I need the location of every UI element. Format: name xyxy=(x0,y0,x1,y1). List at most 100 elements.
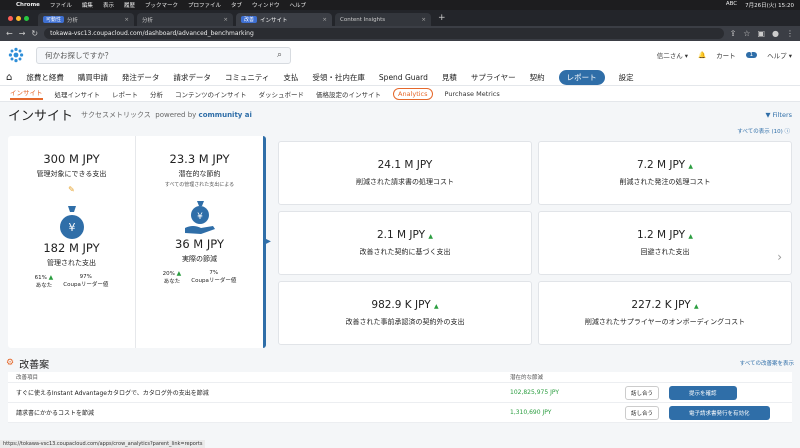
enable-einvoicing-button[interactable]: 電子請求書発行を有効化 xyxy=(669,405,770,420)
nav-item-expenses[interactable]: 旅費と経費 xyxy=(26,72,64,83)
browser-tab-active[interactable]: 改善 インサイト × xyxy=(236,13,332,26)
tab-group-label[interactable]: 改善 xyxy=(241,16,258,23)
url-field[interactable]: tokawa-vsc13.coupacloud.com/dashboard/ad… xyxy=(44,28,724,39)
powered-by: powered by xyxy=(155,110,197,119)
nav-item-spend-guard[interactable]: Spend Guard xyxy=(379,73,428,82)
close-tab-icon[interactable]: × xyxy=(421,17,426,23)
close-tab-icon[interactable]: × xyxy=(124,17,129,23)
subnav-analysis[interactable]: 分析 xyxy=(150,89,163,99)
input-source[interactable]: ABC xyxy=(726,1,737,9)
menu-edit[interactable]: 編集 xyxy=(82,1,93,9)
metric-card[interactable]: 2.1 M JPY ▲ 改善された契約に基づく支出 xyxy=(278,211,532,275)
nav-item-contracts[interactable]: 契約 xyxy=(530,72,545,83)
up-arrow-icon: ▲ xyxy=(176,270,182,277)
nav-item-requisitions[interactable]: 購買申請 xyxy=(78,72,108,83)
savings-you-pct: 20% xyxy=(162,271,175,277)
you-label: あなた xyxy=(35,283,53,289)
improvement-item: 請求書にかかるコストを節減 xyxy=(16,410,95,417)
nav-item-invoices[interactable]: 請求データ xyxy=(173,72,211,83)
subnav-purchase-metrics[interactable]: Purchase Metrics xyxy=(445,90,500,98)
subnav-dashboard[interactable]: ダッシュボード xyxy=(259,89,305,99)
subnav-process-insights[interactable]: 処理インサイト xyxy=(55,89,101,99)
search-placeholder: 何かお探しですか？ xyxy=(45,50,113,60)
discuss-button[interactable]: 話し合う xyxy=(625,405,660,420)
bookmark-star-icon[interactable]: ☆ xyxy=(743,29,750,38)
next-arrow-icon[interactable]: › xyxy=(777,250,782,264)
cart-count-badge[interactable]: 1 xyxy=(745,52,758,58)
up-arrow-icon: ▲ xyxy=(688,233,693,240)
menu-window[interactable]: ウィンドウ xyxy=(252,1,280,9)
menu-file[interactable]: ファイル xyxy=(50,1,72,9)
menu-profile[interactable]: プロファイル xyxy=(188,1,221,9)
close-tab-icon[interactable]: × xyxy=(322,17,327,23)
coupa-logo-icon[interactable] xyxy=(8,47,24,63)
column-header-item: 改善項目 xyxy=(16,375,39,381)
subnav-reports[interactable]: レポート xyxy=(112,89,138,99)
subnav-pricing-insights[interactable]: 価格設定のインサイト xyxy=(316,89,381,99)
nav-item-settings[interactable]: 設定 xyxy=(619,72,634,83)
metric-card[interactable]: 1.2 M JPY ▲ 回避された支出 xyxy=(538,211,792,275)
up-arrow-icon: ▲ xyxy=(433,303,439,310)
subnav-insights[interactable]: インサイト xyxy=(10,87,43,100)
tab-title: 分析 xyxy=(67,17,79,24)
nav-item-reports[interactable]: レポート xyxy=(558,69,605,85)
show-all-improvements-link[interactable]: すべての改善案を表示 xyxy=(740,359,794,367)
menu-bookmarks[interactable]: ブックマーク xyxy=(145,1,178,9)
browser-tab[interactable]: Content Insights × xyxy=(335,13,431,26)
info-icon[interactable]: ⓘ xyxy=(784,129,790,135)
user-menu[interactable]: 信二さん ▾ xyxy=(657,50,688,60)
metric-card[interactable]: 7.2 M JPY ▲ 削減された発注の処理コスト xyxy=(538,141,792,205)
metric-label: 改善された事前承認済の契約外の支出 xyxy=(345,318,465,326)
extensions-icon[interactable]: ▣ xyxy=(757,29,765,38)
pencil-icon[interactable]: ✎ xyxy=(68,185,75,194)
review-button[interactable]: 提示を確認 xyxy=(669,385,737,400)
addressable-spend-label: 管理対象にできる支出 xyxy=(36,170,107,178)
menu-view[interactable]: 表示 xyxy=(103,1,114,9)
nav-item-community[interactable]: コミュニティ xyxy=(225,72,270,83)
nav-item-receiving[interactable]: 受領・社内在庫 xyxy=(312,72,365,83)
nav-item-orders[interactable]: 発注データ xyxy=(122,72,160,83)
leader-label: Coupaリーダー値 xyxy=(63,282,109,288)
tab-group-label[interactable]: 可動性 xyxy=(43,16,65,23)
back-icon[interactable]: ← xyxy=(6,29,13,38)
menu-tab[interactable]: タブ xyxy=(231,1,242,9)
metric-value: 982.9 K JPY xyxy=(371,299,431,311)
filters-button[interactable]: ▼ Filters xyxy=(765,111,792,119)
help-menu[interactable]: ヘルプ ▾ xyxy=(767,50,792,60)
reload-icon[interactable]: ↻ xyxy=(31,29,38,38)
profile-icon[interactable]: ● xyxy=(772,29,779,38)
show-all-text: すべての表示 (10) xyxy=(737,129,783,135)
browser-tab[interactable]: 可動性 分析 × xyxy=(38,13,134,26)
minimize-window-icon[interactable] xyxy=(16,15,21,21)
up-arrow-icon: ▲ xyxy=(428,233,433,240)
close-window-icon[interactable] xyxy=(8,15,13,21)
menu-history[interactable]: 履歴 xyxy=(124,1,135,9)
subnav-analytics[interactable]: Analytics xyxy=(393,87,433,100)
search-input[interactable]: 何かお探しですか？ ⌕ xyxy=(36,46,291,64)
browser-tab[interactable]: 分析 × xyxy=(137,13,233,26)
page-title: インサイト xyxy=(8,109,74,124)
clock[interactable]: 7月26日(火) 15:20 xyxy=(745,1,794,9)
home-icon[interactable]: ⌂ xyxy=(6,72,12,83)
zoom-window-icon[interactable] xyxy=(24,15,29,21)
managed-comparison: 61% ▲ あなた 97% Coupaリーダー値 xyxy=(35,274,109,289)
nav-item-quotes[interactable]: 見積 xyxy=(442,72,457,83)
search-icon[interactable]: ⌕ xyxy=(277,50,282,60)
bell-icon[interactable]: 🔔 xyxy=(698,51,706,59)
cart-link[interactable]: カート xyxy=(716,50,736,60)
close-tab-icon[interactable]: × xyxy=(223,17,228,23)
show-all-link[interactable]: すべての表示 (10) ⓘ xyxy=(0,127,800,136)
forward-icon[interactable]: → xyxy=(19,29,26,38)
nav-item-payments[interactable]: 支払 xyxy=(283,72,298,83)
more-icon[interactable]: ⋮ xyxy=(786,29,794,38)
metric-card[interactable]: 227.2 K JPY ▲ 削減されたサプライヤーのオンボーディングコスト xyxy=(538,281,792,345)
new-tab-icon[interactable]: + xyxy=(434,13,450,23)
metric-card[interactable]: 982.9 K JPY ▲ 改善された事前承認済の契約外の支出 xyxy=(278,281,532,345)
app-name[interactable]: Chrome xyxy=(16,2,40,8)
subnav-content-insights[interactable]: コンテンツのインサイト xyxy=(175,89,247,99)
discuss-button[interactable]: 話し合う xyxy=(625,385,660,400)
nav-item-suppliers[interactable]: サプライヤー xyxy=(471,72,516,83)
menu-help[interactable]: ヘルプ xyxy=(290,1,307,9)
metric-card[interactable]: 24.1 M JPY 削減された請求書の処理コスト xyxy=(278,141,532,205)
share-icon[interactable]: ⇪ xyxy=(730,29,737,38)
